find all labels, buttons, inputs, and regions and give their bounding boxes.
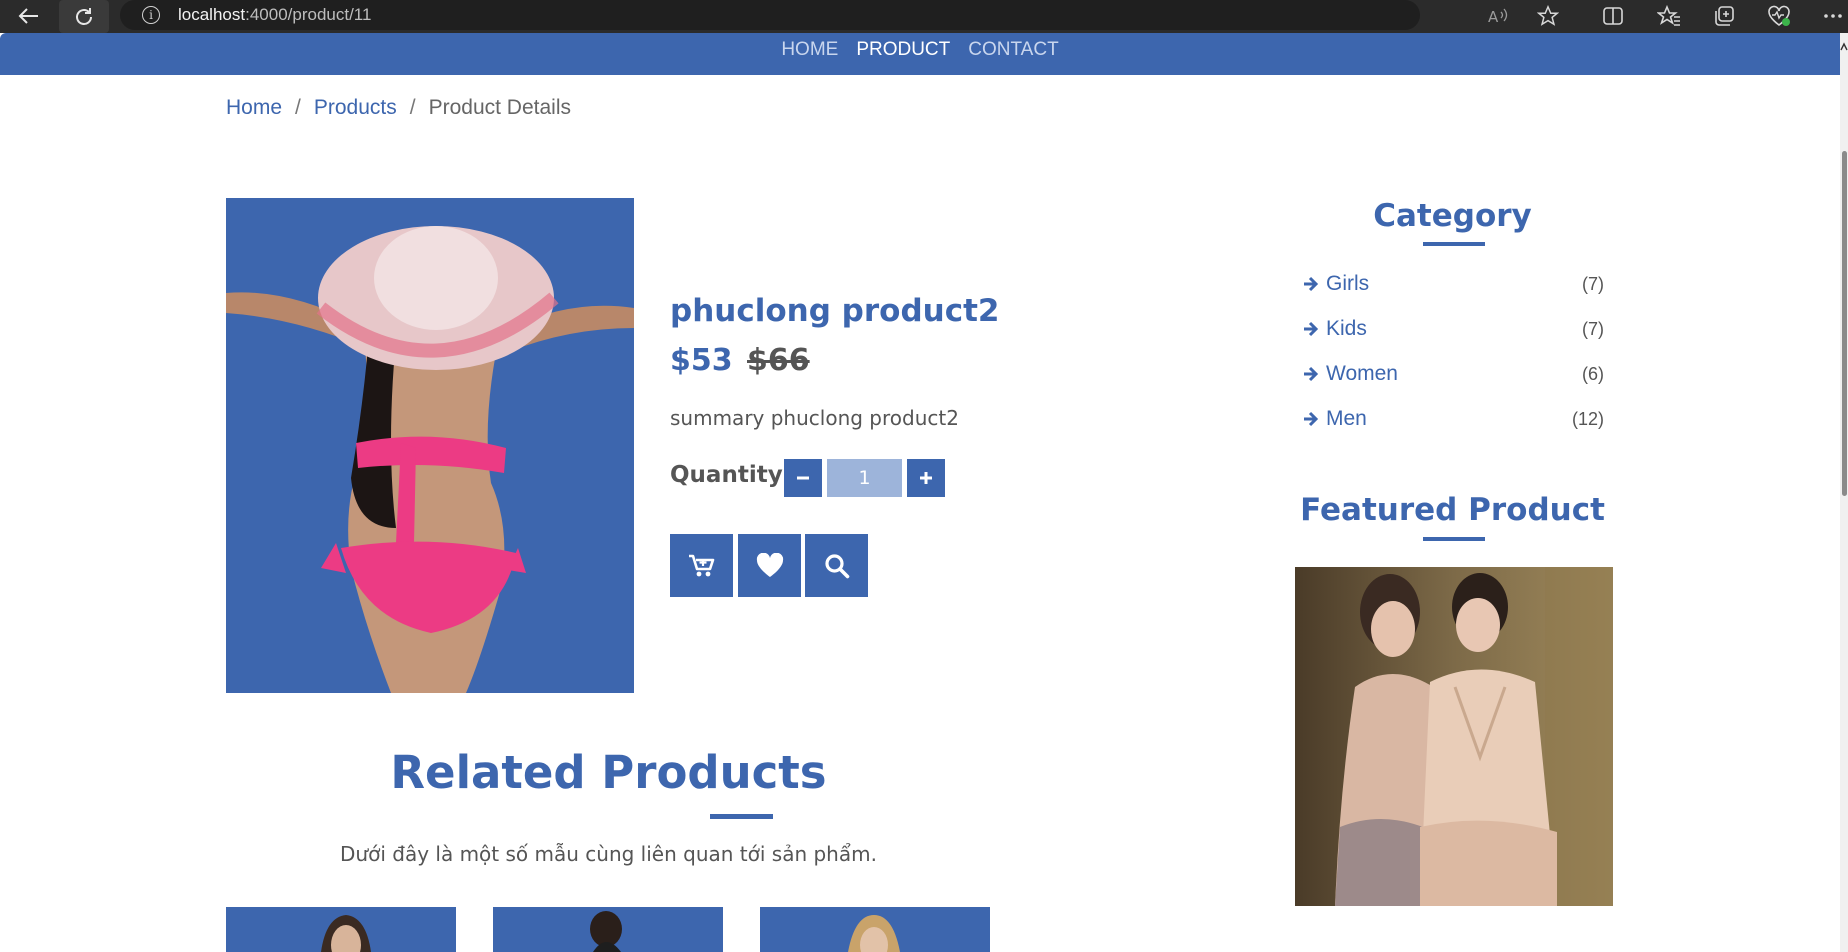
- reload-icon[interactable]: [59, 0, 109, 33]
- add-to-cart-button[interactable]: [670, 534, 733, 597]
- category-item-women[interactable]: Women (6): [1302, 362, 1604, 407]
- featured-product-image[interactable]: [1295, 567, 1613, 906]
- url-path: :4000/product/11: [245, 5, 372, 24]
- featured-heading-underline: [1423, 537, 1485, 541]
- category-name[interactable]: Men: [1326, 407, 1367, 431]
- category-heading-underline: [1423, 242, 1485, 246]
- related-products-heading: Related Products: [390, 746, 827, 799]
- address-url: localhost:4000/product/11: [178, 5, 371, 25]
- plus-icon: [920, 472, 932, 484]
- cart-plus-icon: [688, 554, 714, 576]
- related-heading-underline: [710, 814, 773, 819]
- arrow-right-icon: [1304, 276, 1319, 292]
- product-image[interactable]: [226, 198, 634, 693]
- category-count: (12): [1571, 409, 1604, 429]
- featured-photo: [1295, 567, 1613, 906]
- quantity-input[interactable]: [827, 459, 902, 497]
- category-item-men[interactable]: Men (12): [1302, 407, 1604, 452]
- breadcrumb-home[interactable]: Home: [226, 96, 282, 120]
- back-icon[interactable]: [14, 1, 44, 31]
- nav-product[interactable]: PRODUCT: [856, 39, 950, 61]
- scrollbar-thumb[interactable]: [1842, 151, 1847, 496]
- more-options-icon[interactable]: [1818, 2, 1848, 30]
- product-name: phuclong product2: [670, 293, 1000, 329]
- scroll-up-icon[interactable]: [1840, 38, 1848, 68]
- address-bar[interactable]: i localhost:4000/product/11: [120, 0, 1420, 30]
- product-old-price: $66: [747, 343, 810, 378]
- category-count: (7): [1582, 274, 1604, 294]
- featured-product-heading: Featured Product: [1300, 492, 1605, 528]
- read-aloud-icon[interactable]: A: [1483, 2, 1513, 30]
- split-screen-icon[interactable]: [1598, 2, 1628, 30]
- svg-text:A: A: [1488, 8, 1499, 26]
- category-name[interactable]: Kids: [1326, 317, 1367, 341]
- product-price: $53: [670, 343, 733, 378]
- related-products-subtitle: Dưới đây là một số mẫu cùng liên quan tớ…: [340, 842, 877, 866]
- category-count: (6): [1582, 364, 1604, 384]
- heart-icon: [756, 553, 783, 577]
- breadcrumb-current: Product Details: [428, 96, 571, 119]
- breadcrumb: Home / Products / Product Details: [226, 96, 571, 120]
- category-name[interactable]: Girls: [1326, 272, 1369, 296]
- category-name[interactable]: Women: [1326, 362, 1398, 386]
- breadcrumb-separator: /: [295, 96, 301, 119]
- quantity-label: Quantity:: [670, 462, 792, 488]
- browser-essentials-icon[interactable]: [1764, 2, 1794, 30]
- collections-icon[interactable]: [1709, 2, 1739, 30]
- url-host: localhost: [178, 5, 246, 24]
- quantity-increase-button[interactable]: [907, 459, 945, 497]
- page-scrollbar[interactable]: [1840, 33, 1848, 952]
- favorite-star-icon[interactable]: [1533, 2, 1563, 30]
- product-photo: [226, 198, 634, 693]
- site-info-icon[interactable]: i: [142, 6, 160, 24]
- category-item-girls[interactable]: Girls (7): [1302, 272, 1604, 317]
- main-nav: HOME PRODUCT CONTACT: [0, 33, 1840, 75]
- category-heading: Category: [1373, 198, 1532, 234]
- category-list: Girls (7) Kids (7) Women (6) Men (12): [1302, 272, 1604, 452]
- add-to-wishlist-button[interactable]: [738, 534, 801, 597]
- search-icon: [824, 553, 849, 578]
- quantity-decrease-button[interactable]: [784, 459, 822, 497]
- related-product-card[interactable]: [493, 907, 723, 952]
- favorites-icon[interactable]: [1654, 2, 1684, 30]
- related-product-card[interactable]: [760, 907, 990, 952]
- browser-toolbar: i localhost:4000/product/11 A: [0, 0, 1848, 33]
- related-product-image: [321, 915, 371, 952]
- breadcrumb-separator: /: [409, 96, 416, 119]
- category-item-kids[interactable]: Kids (7): [1302, 317, 1604, 362]
- arrow-right-icon: [1304, 411, 1319, 427]
- nav-contact[interactable]: CONTACT: [968, 39, 1058, 61]
- arrow-right-icon: [1304, 321, 1319, 337]
- quick-view-button[interactable]: [805, 534, 868, 597]
- category-count: (7): [1582, 319, 1604, 339]
- related-product-card[interactable]: [226, 907, 456, 952]
- breadcrumb-products[interactable]: Products: [314, 96, 397, 120]
- nav-home[interactable]: HOME: [781, 39, 838, 61]
- related-product-image: [590, 911, 622, 952]
- arrow-right-icon: [1304, 366, 1319, 382]
- minus-icon: [797, 476, 809, 480]
- related-product-image: [848, 915, 900, 952]
- product-summary: summary phuclong product2: [670, 406, 959, 430]
